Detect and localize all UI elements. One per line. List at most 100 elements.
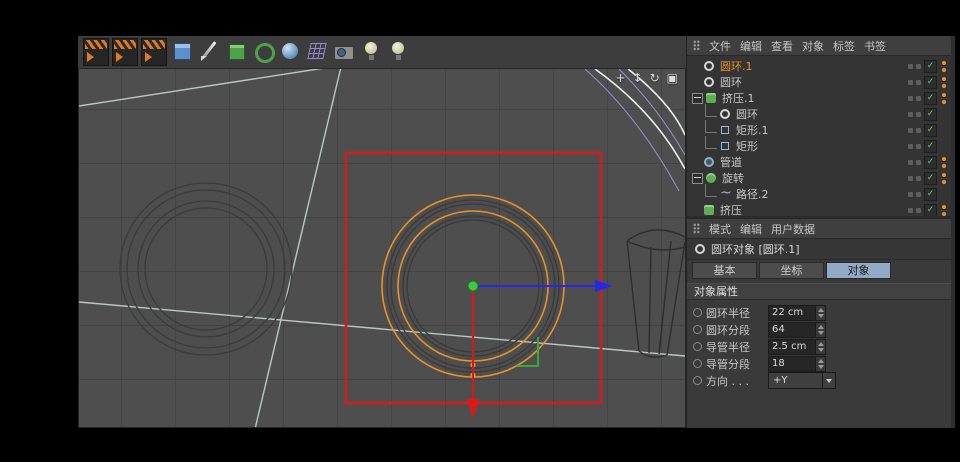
om-menu-item-4[interactable]: 标签: [833, 38, 855, 54]
keyframe-dot-icon[interactable]: [693, 342, 702, 351]
enable-check-icon[interactable]: ✓: [924, 91, 937, 105]
tab-0[interactable]: 基本: [692, 262, 757, 279]
keyframe-dot-icon[interactable]: [693, 325, 702, 334]
visibility-dots-icon[interactable]: [940, 108, 948, 121]
enable-check-icon[interactable]: ✓: [924, 75, 937, 89]
enable-check-icon[interactable]: ✓: [924, 203, 937, 216]
visibility-dots-icon[interactable]: [940, 60, 948, 73]
render-visibility-toggle[interactable]: [916, 191, 921, 197]
tube-wireframe-right[interactable]: [626, 229, 685, 358]
value-input[interactable]: 2.5 cm: [768, 338, 826, 355]
metaball-icon[interactable]: [278, 38, 302, 64]
viewport-canvas[interactable]: + ↕ ↻ ▣: [78, 69, 686, 428]
visibility-dots-icon[interactable]: [940, 204, 948, 217]
stepper-arrows-icon[interactable]: [815, 322, 825, 337]
enable-check-icon[interactable]: ✓: [924, 59, 937, 73]
editor-visibility-toggle[interactable]: [908, 207, 913, 213]
visibility-dots-icon[interactable]: [940, 156, 948, 169]
editor-visibility-toggle[interactable]: [908, 143, 913, 149]
tree-row[interactable]: 矩形.1 ✓: [687, 119, 951, 138]
direction-dropdown[interactable]: +Y: [768, 372, 836, 389]
collapse-toggle-icon[interactable]: [692, 172, 703, 184]
am-menu-item-1[interactable]: 编辑: [740, 221, 762, 237]
pen-spline-icon[interactable]: [197, 38, 221, 64]
render-visibility-toggle[interactable]: [916, 111, 921, 117]
camera-icon[interactable]: [332, 38, 356, 64]
editor-visibility-toggle[interactable]: [908, 175, 913, 181]
tree-row[interactable]: 路径.2 ✓: [687, 183, 951, 202]
render-visibility-toggle[interactable]: [916, 127, 921, 133]
tree-row[interactable]: 旋转 ✓: [687, 170, 951, 186]
zoom-view-icon[interactable]: ↕: [633, 72, 643, 84]
render-visibility-toggle[interactable]: [916, 207, 921, 213]
deformer-grid-icon[interactable]: [305, 38, 329, 64]
render-picture-viewer-icon[interactable]: [112, 38, 138, 66]
editor-visibility-toggle[interactable]: [908, 111, 913, 117]
enable-check-icon[interactable]: ✓: [924, 107, 937, 121]
om-menu-item-5[interactable]: 书签: [864, 38, 886, 54]
editor-visibility-toggle[interactable]: [908, 191, 913, 197]
render-visibility-toggle[interactable]: [916, 143, 921, 149]
visibility-dots-icon[interactable]: [940, 188, 948, 201]
value-input[interactable]: 22 cm: [768, 304, 826, 321]
render-visibility-toggle[interactable]: [916, 79, 921, 85]
y-axis-arrow-icon[interactable]: [467, 399, 479, 419]
keyframe-dot-icon[interactable]: [693, 359, 702, 368]
visibility-dots-icon[interactable]: [940, 76, 948, 89]
visibility-dots-icon[interactable]: [940, 124, 948, 137]
enable-check-icon[interactable]: ✓: [924, 171, 937, 185]
editor-visibility-toggle[interactable]: [908, 63, 913, 69]
keyframe-dot-icon[interactable]: [693, 376, 702, 385]
enable-check-icon[interactable]: ✓: [924, 123, 937, 137]
tree-row[interactable]: 矩形 ✓: [687, 135, 951, 154]
render-view-icon[interactable]: [83, 38, 109, 66]
om-menu-item-0[interactable]: 文件: [709, 38, 731, 54]
torus-wireframe-left[interactable]: [119, 182, 293, 356]
value-input[interactable]: 64: [768, 321, 826, 338]
render-visibility-toggle[interactable]: [916, 175, 921, 181]
visibility-dots-icon[interactable]: [940, 172, 948, 185]
keyframe-dot-icon[interactable]: [693, 308, 702, 317]
enable-check-icon[interactable]: ✓: [924, 187, 937, 201]
value-input[interactable]: 18: [768, 355, 826, 372]
enable-check-icon[interactable]: ✓: [924, 139, 937, 153]
render-visibility-toggle[interactable]: [916, 95, 921, 101]
x-axis-arrow-icon[interactable]: [595, 280, 613, 292]
array-generator-icon[interactable]: [251, 38, 275, 64]
spot-light-icon[interactable]: [386, 38, 410, 64]
tree-row[interactable]: 管道 ✓: [687, 154, 951, 170]
tree-row[interactable]: 挤压.1 ✓: [687, 90, 951, 106]
visibility-dots-icon[interactable]: [940, 92, 948, 105]
stepper-arrows-icon[interactable]: [815, 339, 825, 354]
visibility-dots-icon[interactable]: [940, 140, 948, 153]
render-settings-icon[interactable]: [141, 38, 167, 66]
panel-grip-icon[interactable]: [693, 40, 700, 51]
render-visibility-toggle[interactable]: [916, 159, 921, 165]
render-visibility-toggle[interactable]: [916, 63, 921, 69]
am-menu-item-0[interactable]: 模式: [709, 221, 731, 237]
om-menu-item-3[interactable]: 对象: [802, 38, 824, 54]
add-cube-icon[interactable]: [170, 38, 194, 64]
collapse-toggle-icon[interactable]: [692, 92, 703, 104]
generator-cube-icon[interactable]: [224, 38, 248, 64]
stepper-arrows-icon[interactable]: [815, 305, 825, 320]
chevron-down-icon[interactable]: [822, 373, 835, 388]
rotate-view-icon[interactable]: ↻: [650, 72, 660, 84]
tree-row[interactable]: 圆环 ✓: [687, 103, 951, 122]
gizmo-center-dot[interactable]: [467, 280, 479, 292]
panel-grip-icon[interactable]: [693, 223, 700, 234]
editor-visibility-toggle[interactable]: [908, 127, 913, 133]
editor-visibility-toggle[interactable]: [908, 95, 913, 101]
tree-row[interactable]: 挤压 ✓: [687, 202, 951, 217]
tree-row[interactable]: 圆环.1 ✓: [687, 58, 951, 74]
tree-row[interactable]: 圆环 ✓: [687, 74, 951, 90]
enable-check-icon[interactable]: ✓: [924, 155, 937, 169]
editor-visibility-toggle[interactable]: [908, 159, 913, 165]
om-menu-item-1[interactable]: 编辑: [740, 38, 762, 54]
tab-1[interactable]: 坐标: [759, 262, 824, 279]
pan-view-icon[interactable]: +: [615, 72, 625, 84]
maximize-view-icon[interactable]: ▣: [667, 72, 678, 84]
am-menu-item-2[interactable]: 用户数据: [771, 221, 815, 237]
light-icon[interactable]: [359, 38, 383, 64]
editor-visibility-toggle[interactable]: [908, 79, 913, 85]
